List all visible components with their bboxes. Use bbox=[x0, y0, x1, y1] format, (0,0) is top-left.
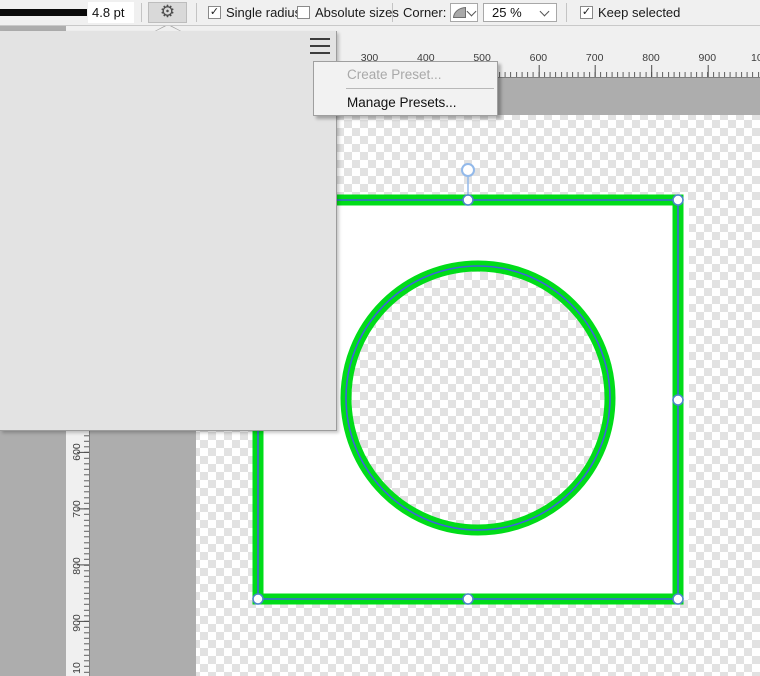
selection-handle-top-center[interactable] bbox=[462, 194, 474, 206]
ruler-tick-label: 600 bbox=[529, 52, 548, 64]
ruler-tick-label: 10 bbox=[751, 52, 760, 64]
gear-icon: ⚙ bbox=[159, 2, 176, 21]
shape-fill-fringe bbox=[683, 200, 689, 599]
menu-item-create-preset: Create Preset... bbox=[347, 67, 442, 82]
stroke-width-preview[interactable] bbox=[0, 9, 87, 16]
checkbox-label: Absolute sizes bbox=[315, 5, 399, 20]
stroke-settings-button[interactable]: ⚙ bbox=[148, 2, 187, 23]
toolbar-separator bbox=[392, 3, 393, 22]
hamburger-bar bbox=[310, 52, 330, 54]
corner-percent-value: 25 % bbox=[492, 5, 522, 20]
rounded-corner-icon bbox=[453, 7, 466, 18]
checkbox-checked-icon[interactable]: ✓ bbox=[580, 6, 593, 19]
stroke-width-field[interactable]: 4.8 pt bbox=[88, 2, 134, 23]
menu-item-manage-presets[interactable]: Manage Presets... bbox=[314, 91, 497, 114]
selection-handle-top-right[interactable] bbox=[672, 194, 684, 206]
corner-type-dropdown[interactable] bbox=[450, 3, 478, 22]
toolbar-separator bbox=[566, 3, 567, 22]
stroke-settings-popup bbox=[0, 31, 337, 431]
ruler-tick-label: 700 bbox=[585, 52, 604, 64]
checkbox-checked-icon[interactable]: ✓ bbox=[208, 6, 221, 19]
corner-percent-combobox[interactable]: 25 % bbox=[483, 3, 557, 22]
tool-options-toolbar: 4.8 pt ⚙ ✓ Single radius Absolute sizes … bbox=[0, 0, 760, 26]
corner-label: Corner: bbox=[403, 5, 447, 20]
single-radius-checkbox[interactable]: ✓ Single radius bbox=[208, 0, 301, 25]
ruler-tick-label: 800 bbox=[642, 52, 660, 64]
checkbox-label: Keep selected bbox=[598, 5, 681, 20]
hamburger-menu-button[interactable] bbox=[310, 38, 330, 54]
selection-handle-middle-right[interactable] bbox=[672, 394, 684, 406]
toolbar-separator bbox=[141, 3, 142, 22]
application-window: 300 400 500 600 700 800 900 10 600 700 8… bbox=[0, 0, 760, 676]
keep-selected-checkbox[interactable]: ✓ Keep selected bbox=[580, 0, 680, 25]
chevron-down-icon bbox=[466, 6, 477, 16]
checkbox-label: Single radius bbox=[226, 5, 302, 20]
absolute-sizes-checkbox[interactable]: Absolute sizes bbox=[297, 0, 399, 25]
hamburger-bar bbox=[310, 45, 330, 47]
presets-context-menu: Create Preset... Manage Presets... bbox=[313, 61, 498, 116]
menu-separator bbox=[346, 88, 494, 89]
checkbox-unchecked-icon[interactable] bbox=[297, 6, 310, 19]
ruler-tick-label: 900 bbox=[698, 52, 717, 64]
selection-handle-bottom-left[interactable] bbox=[252, 593, 264, 605]
chevron-down-icon bbox=[539, 6, 550, 16]
selection-handle-bottom-center[interactable] bbox=[462, 593, 474, 605]
hamburger-bar bbox=[310, 38, 330, 40]
toolbar-separator bbox=[196, 3, 197, 22]
selection-handle-bottom-right[interactable] bbox=[672, 593, 684, 605]
rotation-handle[interactable] bbox=[461, 163, 475, 177]
